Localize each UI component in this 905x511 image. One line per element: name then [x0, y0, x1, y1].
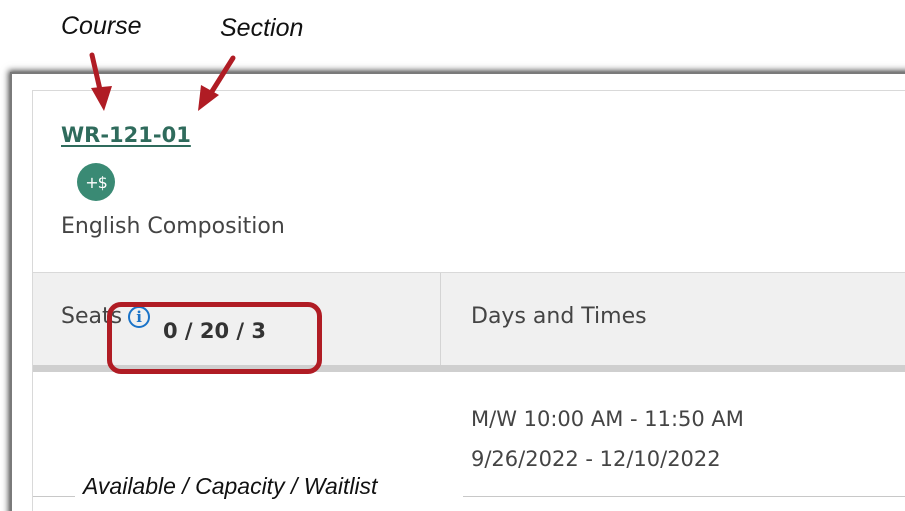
date-range: 9/26/2022 - 12/10/2022 — [471, 447, 721, 471]
course-title: English Composition — [61, 214, 285, 239]
seats-legend-annotation: Available / Capacity / Waitlist — [83, 473, 378, 499]
row-divider-left — [33, 496, 75, 497]
fee-icon: +$ — [77, 163, 115, 201]
course-annotation: Course — [61, 12, 142, 40]
screenshot-stage: Course Section WR-121-01 +$ English Comp… — [0, 0, 905, 511]
row-divider-right — [463, 496, 905, 497]
meeting-time: M/W 10:00 AM - 11:50 AM — [471, 407, 744, 431]
column-divider — [440, 273, 441, 365]
section-annotation: Section — [220, 14, 304, 42]
section-card-inner: WR-121-01 +$ English Composition Seats i… — [32, 90, 905, 511]
course-section-link[interactable]: WR-121-01 — [61, 123, 191, 147]
days-times-header: Days and Times — [471, 304, 647, 329]
seats-highlight-box — [107, 302, 322, 374]
section-card: WR-121-01 +$ English Composition Seats i… — [10, 72, 905, 511]
